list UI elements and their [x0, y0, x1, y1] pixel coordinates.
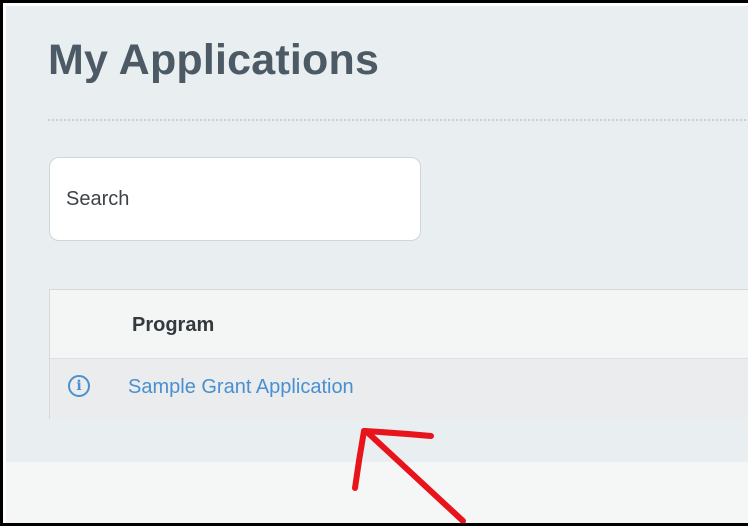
red-arrow-annotation — [352, 428, 466, 523]
arrow-shaft — [363, 428, 466, 523]
screenshot-frame: My Applications Program i Sample Grant A… — [0, 0, 748, 526]
arrow-head-vertical — [352, 428, 367, 491]
